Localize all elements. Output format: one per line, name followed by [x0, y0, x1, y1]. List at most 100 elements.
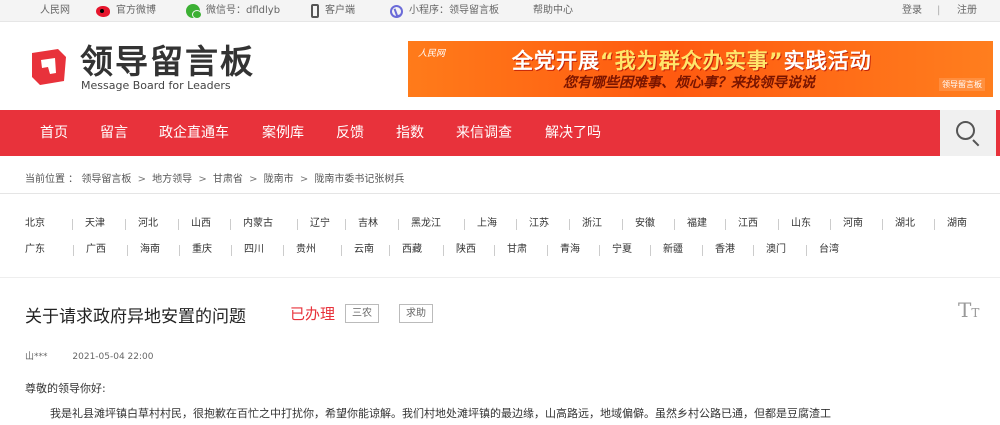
- province-row-2: 广东 广西 海南 重庆 四川 贵州 云南 西藏 陕西 甘肃 青海 宁夏 新疆 香港 澳门 台湾: [25, 241, 1000, 259]
- login-link[interactable]: 登录: [902, 0, 922, 22]
- weibo-link[interactable]: 官方微博: [96, 0, 156, 22]
- province-link[interactable]: 黑龙江: [411, 215, 441, 233]
- post-date: 2021-05-04 22:00: [72, 352, 154, 362]
- province-link[interactable]: 天津: [85, 215, 105, 233]
- logo-mark-icon[interactable]: [28, 47, 70, 87]
- nav-case-library[interactable]: 案例库: [262, 110, 304, 156]
- banner-title-post: 实践活动: [783, 49, 872, 73]
- province-separator: [778, 219, 779, 230]
- author: 山***: [25, 352, 48, 362]
- province-link[interactable]: 山西: [191, 215, 211, 233]
- banner-title-pre: 全党开展: [512, 49, 600, 73]
- login-register-divider: |: [937, 5, 941, 16]
- province-separator: [231, 245, 232, 256]
- breadcrumb-item[interactable]: 陇南市: [264, 174, 294, 185]
- nav-feedback[interactable]: 反馈: [336, 110, 364, 156]
- help-link[interactable]: 帮助中心: [533, 0, 573, 22]
- province-link[interactable]: 青海: [560, 241, 580, 259]
- weibo-icon: [96, 5, 110, 17]
- site-header: 领导留言板 Message Board for Leaders 人民网 全党开展…: [0, 22, 1000, 110]
- search-icon-handle: [972, 139, 980, 147]
- province-link[interactable]: 河南: [843, 215, 863, 233]
- phone-icon: [311, 4, 319, 18]
- province-separator: [622, 219, 623, 230]
- breadcrumb-separator: >: [249, 174, 258, 185]
- article-meta: 山*** 2021-05-04 22:00: [25, 349, 154, 362]
- nav-messages[interactable]: 留言: [100, 110, 128, 156]
- province-separator: [389, 245, 390, 256]
- province-link[interactable]: 湖南: [947, 215, 967, 233]
- wechat-icon: [186, 4, 202, 19]
- nav-home[interactable]: 首页: [40, 110, 68, 156]
- province-link[interactable]: 江西: [738, 215, 758, 233]
- tag-agriculture[interactable]: 三农: [345, 304, 379, 323]
- province-link[interactable]: 吉林: [358, 215, 378, 233]
- province-row-1: 北京 天津 河北 山西 内蒙古 辽宁 吉林 黑龙江 上海 江苏 浙江 安徽 福建 江西 山东 河南 湖北 湖南: [25, 215, 1000, 233]
- province-separator: [125, 219, 126, 230]
- province-link[interactable]: 河北: [138, 215, 158, 233]
- province-link[interactable]: 重庆: [192, 241, 212, 259]
- province-separator: [73, 245, 74, 256]
- province-separator: [830, 219, 831, 230]
- nav-letter-survey[interactable]: 来信调查: [456, 110, 512, 156]
- province-link[interactable]: 台湾: [819, 241, 839, 259]
- province-link[interactable]: 辽宁: [310, 215, 330, 233]
- client-label: 客户端: [325, 5, 355, 16]
- province-link[interactable]: 广西: [86, 241, 106, 259]
- campaign-banner[interactable]: 人民网 全党开展“我为群众办实事”实践活动 您有哪些困难事、烦心事？来找领导说说…: [408, 41, 993, 97]
- province-link[interactable]: 贵州: [296, 241, 316, 259]
- login-label: 登录: [902, 5, 922, 16]
- province-link[interactable]: 浙江: [582, 215, 602, 233]
- nav-enterprise-direct[interactable]: 政企直通车: [159, 110, 229, 156]
- mini-program-icon: [390, 4, 403, 18]
- province-separator: [516, 219, 517, 230]
- province-separator: [443, 245, 444, 256]
- province-link[interactable]: 新疆: [663, 241, 683, 259]
- province-link[interactable]: 江苏: [529, 215, 549, 233]
- province-link[interactable]: 云南: [354, 241, 374, 259]
- province-link[interactable]: 广东: [25, 241, 45, 259]
- province-link[interactable]: 西藏: [402, 241, 422, 259]
- province-link[interactable]: 山东: [791, 215, 811, 233]
- province-link[interactable]: 福建: [687, 215, 707, 233]
- mini-program-label: 小程序：领导留言板: [409, 5, 499, 16]
- province-separator: [341, 245, 342, 256]
- province-link[interactable]: 内蒙古: [243, 215, 273, 233]
- mini-program-link[interactable]: 小程序：领导留言板: [390, 0, 499, 22]
- province-link[interactable]: 澳门: [766, 241, 786, 259]
- logo-title[interactable]: 领导留言板: [80, 44, 255, 80]
- province-link[interactable]: 湖北: [895, 215, 915, 233]
- font-size-toggle[interactable]: TT: [958, 298, 979, 322]
- banner-logo: 人民网: [418, 49, 446, 59]
- province-separator: [283, 245, 284, 256]
- province-link[interactable]: 四川: [244, 241, 264, 259]
- province-link[interactable]: 海南: [140, 241, 160, 259]
- tag-help[interactable]: 求助: [399, 304, 433, 323]
- province-separator: [345, 219, 346, 230]
- province-link[interactable]: 香港: [715, 241, 735, 259]
- greeting: 尊敬的领导你好:: [25, 382, 106, 395]
- province-separator: [72, 219, 73, 230]
- breadcrumb-item[interactable]: 甘肃省: [213, 174, 243, 185]
- wechat-link[interactable]: 微信号：dfldlyb: [186, 0, 280, 22]
- province-link[interactable]: 陕西: [456, 241, 476, 259]
- province-separator: [934, 219, 935, 230]
- province-link[interactable]: 甘肃: [507, 241, 527, 259]
- search-button[interactable]: [940, 110, 996, 156]
- register-link[interactable]: 注册: [957, 0, 977, 22]
- nav-resolved[interactable]: 解决了吗: [545, 110, 601, 156]
- client-link[interactable]: 客户端: [311, 0, 355, 22]
- province-link[interactable]: 上海: [477, 215, 497, 233]
- search-icon: [956, 121, 975, 140]
- province-link[interactable]: 北京: [25, 215, 45, 233]
- breadcrumb-separator: >: [299, 174, 309, 185]
- breadcrumb-item[interactable]: 陇南市委书记张树兵: [314, 174, 404, 185]
- province-separator: [230, 219, 231, 230]
- province-link[interactable]: 安徽: [635, 215, 655, 233]
- breadcrumb-item[interactable]: 地方领导: [152, 174, 192, 185]
- nav-index[interactable]: 指数: [396, 110, 424, 156]
- breadcrumb-item[interactable]: 领导留言板: [81, 174, 131, 185]
- province-separator: [127, 245, 128, 256]
- province-link[interactable]: 宁夏: [612, 241, 632, 259]
- people-site-link[interactable]: 人民网: [40, 0, 70, 22]
